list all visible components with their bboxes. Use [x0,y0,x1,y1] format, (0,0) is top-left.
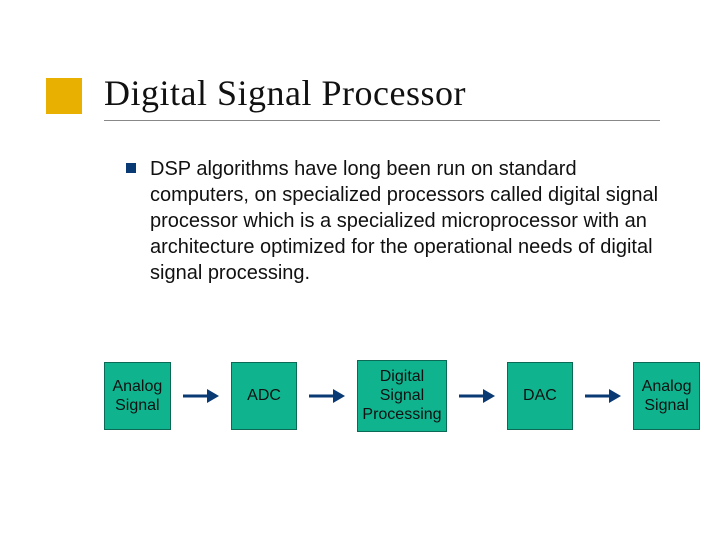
bullet-text: DSP algorithms have long been run on sta… [150,156,660,286]
flow-box-analog-in: Analog Signal [104,362,171,430]
body: DSP algorithms have long been run on sta… [126,156,660,286]
flow-box-adc: ADC [231,362,298,430]
flow-box-dac: DAC [507,362,574,430]
flow-diagram: Analog Signal ADC Digital Signal Process… [104,360,700,432]
arrow-icon [459,386,495,406]
bullet-item: DSP algorithms have long been run on sta… [126,156,660,286]
accent-square [46,78,82,114]
flow-box-analog-out: Analog Signal [633,362,700,430]
title-underline [104,120,660,121]
bullet-square-icon [126,163,136,173]
title-block: Digital Signal Processor [104,72,660,121]
arrow-icon [309,386,345,406]
arrow-icon [585,386,621,406]
slide: Digital Signal Processor DSP algorithms … [0,0,720,540]
slide-title: Digital Signal Processor [104,72,660,114]
flow-box-dsp: Digital Signal Processing [357,360,446,432]
arrow-icon [183,386,219,406]
